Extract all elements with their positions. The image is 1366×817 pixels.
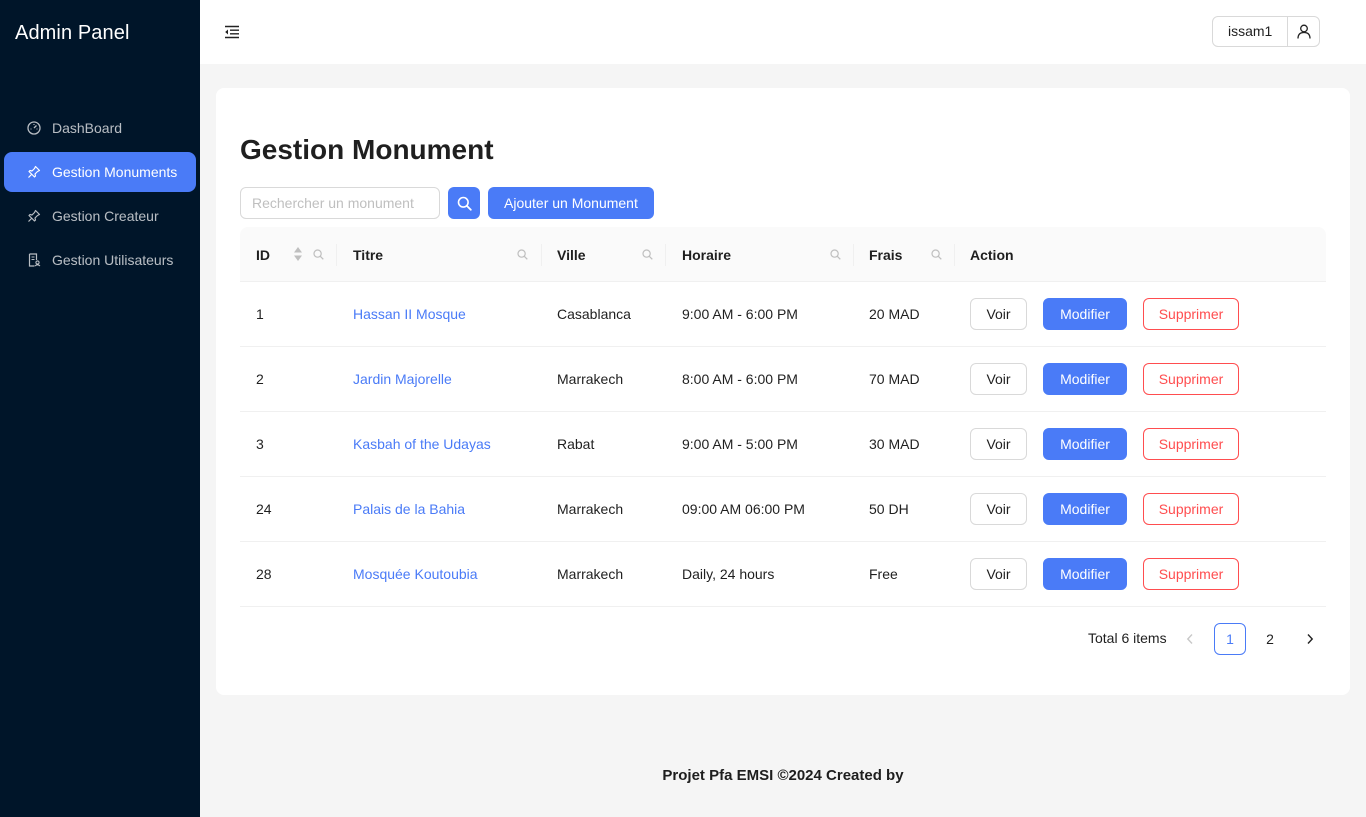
table-row: 1 Hassan II Mosque Casablanca 9:00 AM - … — [240, 282, 1326, 347]
sidebar-item-label: Gestion Utilisateurs — [52, 252, 174, 268]
search-input[interactable] — [240, 187, 440, 219]
username-label[interactable]: issam1 — [1213, 17, 1289, 46]
cell-horaire: Daily, 24 hours — [682, 566, 775, 582]
sidebar-item-gestion-createur[interactable]: Gestion Createur — [4, 196, 196, 236]
page-title: Gestion Monument — [240, 134, 494, 165]
edit-button[interactable]: Modifier — [1043, 298, 1127, 330]
cell-ville: Rabat — [557, 436, 595, 452]
add-monument-button[interactable]: Ajouter un Monument — [488, 187, 654, 219]
search-icon — [457, 196, 472, 211]
sidebar-item-gestion-utilisateurs[interactable]: Gestion Utilisateurs — [4, 240, 196, 280]
sidebar-item-label: Gestion Monuments — [52, 164, 178, 180]
content-card: Gestion Monument Ajouter un Monument ID … — [216, 88, 1350, 695]
column-header-id[interactable]: ID — [256, 227, 270, 282]
cell-id: 2 — [256, 371, 264, 387]
sidebar-item-dashboard[interactable]: DashBoard — [4, 108, 196, 148]
sidebar-menu: DashBoard Gestion Monuments Gestion Crea… — [4, 108, 196, 284]
delete-button[interactable]: Supprimer — [1143, 558, 1239, 590]
edit-button[interactable]: Modifier — [1043, 428, 1127, 460]
delete-button[interactable]: Supprimer — [1143, 428, 1239, 460]
cell-id: 1 — [256, 306, 264, 322]
cell-horaire: 9:00 AM - 6:00 PM — [682, 306, 798, 322]
menu-fold-icon[interactable] — [222, 22, 242, 42]
dashboard-icon — [26, 120, 42, 136]
search-icon[interactable] — [312, 248, 324, 260]
pagination-page-2[interactable]: 2 — [1254, 623, 1286, 655]
file-user-icon — [26, 252, 42, 268]
column-header-action: Action — [970, 246, 1014, 263]
search-icon[interactable] — [641, 248, 653, 260]
chevron-right-icon[interactable] — [1294, 623, 1326, 655]
column-header-ville[interactable]: Ville — [557, 227, 586, 282]
search-icon[interactable] — [829, 248, 841, 260]
footer-text: Projet Pfa EMSI ©2024 Created by — [662, 767, 904, 784]
edit-button[interactable]: Modifier — [1043, 493, 1127, 525]
sidebar: Admin Panel DashBoard Gestion Monuments … — [0, 0, 200, 817]
sidebar-item-label: Gestion Createur — [52, 208, 159, 224]
table-row: 24 Palais de la Bahia Marrakech 09:00 AM… — [240, 477, 1326, 542]
pagination: Total 6 items 1 2 — [216, 623, 1350, 655]
pagination-page-1[interactable]: 1 — [1214, 623, 1246, 655]
chevron-left-icon[interactable] — [1174, 623, 1206, 655]
view-button[interactable]: Voir — [970, 363, 1027, 395]
cell-ville: Marrakech — [557, 566, 624, 582]
view-button[interactable]: Voir — [970, 428, 1027, 460]
search-button[interactable] — [448, 187, 480, 219]
user-icon[interactable] — [1288, 17, 1319, 46]
cell-titre-link[interactable]: Palais de la Bahia — [353, 477, 465, 541]
view-button[interactable]: Voir — [970, 298, 1027, 330]
pushpin-icon — [26, 208, 42, 224]
user-menu[interactable]: issam1 — [1212, 16, 1321, 47]
cell-horaire: 09:00 AM 06:00 PM — [682, 501, 805, 517]
cell-frais: 50 DH — [869, 501, 909, 517]
search-icon[interactable] — [516, 248, 528, 260]
top-header: issam1 — [200, 0, 1366, 64]
cell-id: 3 — [256, 436, 264, 452]
cell-titre-link[interactable]: Mosquée Koutoubia — [353, 542, 478, 606]
delete-button[interactable]: Supprimer — [1143, 493, 1239, 525]
table-row: 2 Jardin Majorelle Marrakech 8:00 AM - 6… — [240, 347, 1326, 412]
cell-frais: Free — [869, 566, 898, 582]
cell-titre-link[interactable]: Jardin Majorelle — [353, 347, 452, 411]
pagination-total: Total 6 items — [1088, 630, 1167, 646]
cell-id: 24 — [256, 501, 272, 517]
search-icon[interactable] — [930, 248, 942, 260]
cell-titre-link[interactable]: Kasbah of the Udayas — [353, 412, 491, 476]
cell-ville: Marrakech — [557, 501, 624, 517]
table-row: 3 Kasbah of the Udayas Rabat 9:00 AM - 5… — [240, 412, 1326, 477]
edit-button[interactable]: Modifier — [1043, 558, 1127, 590]
table-header: ID Titre Ville Horaire Frais Action — [240, 227, 1326, 282]
column-header-horaire[interactable]: Horaire — [682, 227, 731, 282]
cell-ville: Casablanca — [557, 306, 631, 322]
table-row: 28 Mosquée Koutoubia Marrakech Daily, 24… — [240, 542, 1326, 607]
cell-frais: 70 MAD — [869, 371, 920, 387]
cell-ville: Marrakech — [557, 371, 624, 387]
sidebar-item-gestion-monuments[interactable]: Gestion Monuments — [4, 152, 196, 192]
cell-frais: 20 MAD — [869, 306, 920, 322]
cell-horaire: 8:00 AM - 6:00 PM — [682, 371, 798, 387]
brand-title: Admin Panel — [15, 22, 130, 44]
cell-titre-link[interactable]: Hassan II Mosque — [353, 282, 466, 346]
edit-button[interactable]: Modifier — [1043, 363, 1127, 395]
sort-icon[interactable] — [293, 245, 303, 263]
monuments-table: ID Titre Ville Horaire Frais Action 1 Ha… — [240, 227, 1326, 607]
cell-frais: 30 MAD — [869, 436, 920, 452]
view-button[interactable]: Voir — [970, 493, 1027, 525]
sidebar-item-label: DashBoard — [52, 120, 123, 136]
delete-button[interactable]: Supprimer — [1143, 363, 1239, 395]
column-header-frais[interactable]: Frais — [869, 227, 902, 282]
pushpin-icon — [26, 164, 42, 180]
delete-button[interactable]: Supprimer — [1143, 298, 1239, 330]
view-button[interactable]: Voir — [970, 558, 1027, 590]
cell-id: 28 — [256, 566, 272, 582]
cell-horaire: 9:00 AM - 5:00 PM — [682, 436, 798, 452]
column-header-titre[interactable]: Titre — [353, 227, 383, 282]
